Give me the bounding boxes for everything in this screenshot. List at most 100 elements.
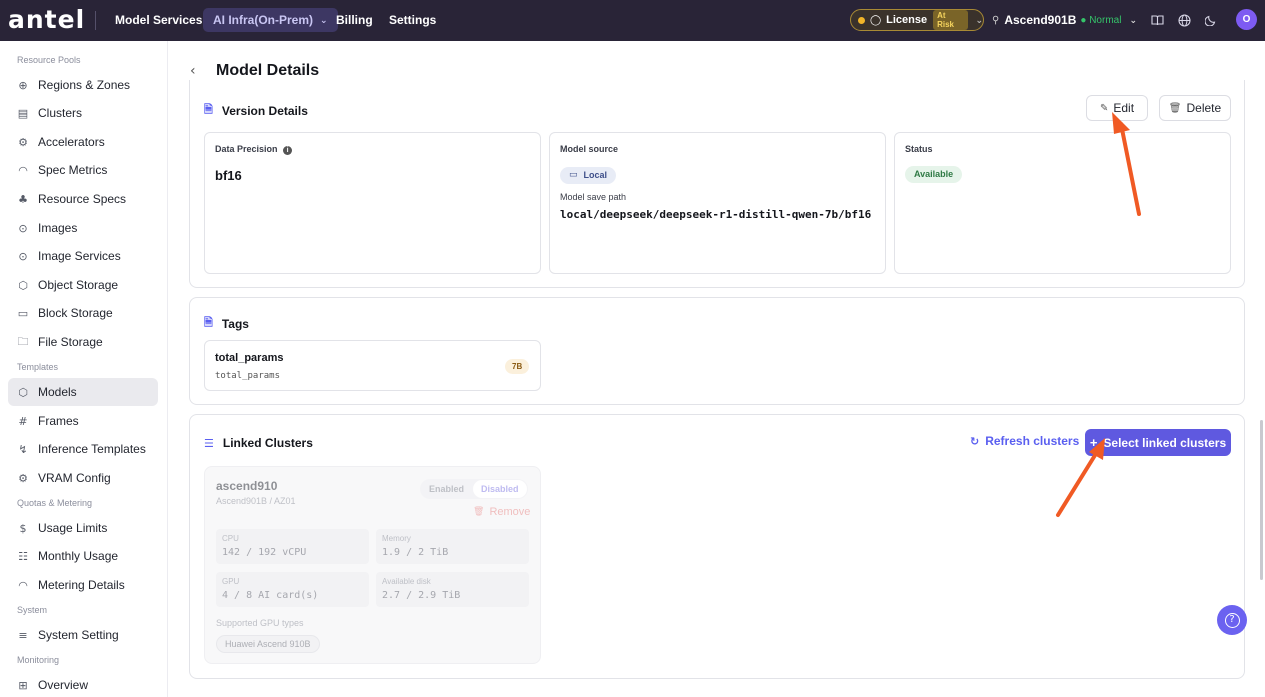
sidebar-item-clusters[interactable]: ▤ Clusters [8,99,158,127]
cluster-card-location: Ascend901B / AZ01 [216,496,296,506]
memory-value: 1.9 / 2 TiB [382,547,449,558]
bolt-icon: ↯ [18,442,28,456]
document-icon: 🗎 [204,103,213,116]
chevron-down-icon: ⌄ [1129,14,1137,25]
disc-icon: ⊙ [18,221,28,235]
tag-item: total_params total_params 7B [204,340,541,391]
sidebar-item-system-setting[interactable]: ≡ System Setting [8,621,158,649]
location-pin-icon: ⚲ [992,14,1000,26]
edit-button[interactable]: ✎ Edit [1086,95,1148,121]
remove-cluster-button[interactable]: 🗑 Remove [473,506,530,518]
sidebar-item-regions-zones[interactable]: ⊕ Regions & Zones [8,71,158,99]
nav-settings[interactable]: Settings [379,8,446,32]
sidebar-item-label: Clusters [38,106,83,120]
sidebar-group-resource-pools: Resource Pools [17,55,81,65]
page-scrollbar[interactable] [1260,420,1263,580]
dollar-icon: $ [19,521,27,535]
sidebar-item-accelerators[interactable]: ⚙ Accelerators [8,128,158,156]
sidebar-item-metering-details[interactable]: ◠ Metering Details [8,571,158,599]
sidebar-item-label: File Storage [38,335,103,349]
sidebar-item-spec-metrics[interactable]: ◠ Spec Metrics [8,156,158,184]
help-button[interactable]: ? [1217,605,1247,635]
sidebar-item-file-storage[interactable]: 🗀 File Storage [8,328,158,356]
sidebar: Resource Pools ⊕ Regions & Zones ▤ Cluster… [0,41,168,697]
data-precision-value: bf16 [215,168,242,183]
globe-icon[interactable] [1174,10,1194,30]
page-title: Model Details [216,62,320,79]
tags-title: Tags [221,316,249,331]
folder-icon: 🗀 [17,334,29,348]
memory-stat: Memory 1.9 / 2 TiB [376,529,529,564]
layers-icon: ≡ [18,628,28,642]
info-icon[interactable]: i [283,146,293,155]
refresh-icon: ↻ [970,434,980,448]
cluster-enable-toggle[interactable]: Enabled Disabled [420,479,528,499]
delete-button[interactable]: 🗑 Delete [1159,95,1231,121]
linked-clusters-card: ☰ Linked Clusters ↻ Refresh clusters + S… [189,414,1245,679]
sidebar-item-monthly-usage[interactable]: ☷ Monthly Usage [8,542,158,570]
sidebar-item-label: VRAM Config [38,471,111,485]
moon-icon[interactable] [1201,10,1221,30]
sidebar-item-block-storage[interactable]: ▭ Block Storage [8,299,158,327]
sidebar-item-label: Monthly Usage [38,549,119,563]
tags-card: 🗎 Tags total_params total_params 7B [189,297,1245,405]
linked-cluster-card[interactable]: ascend910 Ascend901B / AZ01 Enabled Disa… [204,466,541,664]
nav-billing[interactable]: Billing [326,8,383,32]
license-status-badge: At Risk [933,10,969,30]
top-bar: antel Model Services AI Infra(On-Prem) ⌄… [0,0,1265,41]
globe-icon: ⊕ [18,78,28,92]
status-pill-wrap: Available [905,164,963,183]
license-badge[interactable]: ◯ License At Risk ⌄ [850,9,984,31]
sidebar-item-models[interactable]: ⬡ Models [8,378,158,406]
sidebar-group-quotas: Quotas & Metering [17,498,93,508]
sidebar-group-monitoring: Monitoring [17,655,60,665]
cluster-selector[interactable]: ⚲ Ascend901B ● Normal ⌄ [992,10,1137,30]
model-source-pill: ▭ Local [560,166,617,184]
sidebar-item-label: Metering Details [38,578,125,592]
back-chevron-icon[interactable]: ‹ [190,63,204,79]
tags-header: 🗎 Tags [204,314,249,333]
sidebar-item-frames[interactable]: # Frames [8,407,158,435]
status-badge: Available [905,165,963,183]
sidebar-item-label: Frames [38,414,79,428]
book-icon[interactable] [1147,10,1167,30]
linked-clusters-header: ☰ Linked Clusters [204,436,313,450]
model-source-value: Local [583,170,608,180]
sidebar-item-inference-templates[interactable]: ↯ Inference Templates [8,435,158,463]
cpu-stat: CPU 142 / 192 vCPU [216,529,369,564]
cluster-name: Ascend901B [1004,13,1077,27]
sidebar-item-object-storage[interactable]: ⬡ Object Storage [8,271,158,299]
sliders-icon: ☰ [204,436,214,450]
cube-icon: ⬡ [18,278,28,292]
status-box: Status Available [894,132,1231,274]
sidebar-item-label: System Setting [38,628,119,642]
sidebar-item-overview[interactable]: ⊞ Overview [8,671,158,697]
sidebar-item-label: Models [38,385,77,399]
calendar-icon: ☷ [18,549,28,563]
sidebar-item-images[interactable]: ⊙ Images [8,214,158,242]
sidebar-item-vram-config[interactable]: ⚙ VRAM Config [8,464,158,492]
select-linked-clusters-button[interactable]: + Select linked clusters [1085,429,1231,456]
plus-icon: + [1089,435,1098,450]
user-avatar[interactable]: O [1236,9,1257,30]
logo-divider [95,11,96,30]
frame-icon: # [18,414,28,428]
cpu-value: 142 / 192 vCPU [222,547,307,558]
brand-logo[interactable]: antel [8,5,85,34]
drive-icon: ▭ [569,170,578,180]
toggle-enabled-option[interactable]: Enabled [420,484,473,494]
toggle-disabled-option[interactable]: Disabled [473,480,527,498]
sidebar-item-usage-limits[interactable]: $ Usage Limits [8,514,158,542]
sidebar-item-label: Image Services [38,249,121,263]
model-source-pill-wrap: ▭ Local [560,164,617,184]
model-source-box: Model source ▭ Local Model save path loc… [549,132,886,274]
cpu-label: CPU [222,534,239,543]
sidebar-item-resource-specs[interactable]: ♣ Resource Specs [8,185,158,213]
nav-model-services[interactable]: Model Services [105,8,212,32]
sidebar-item-label: Images [38,221,78,235]
sidebar-item-image-services[interactable]: ⊙ Image Services [8,242,158,270]
refresh-clusters-button[interactable]: ↻ Refresh clusters [970,434,1079,448]
save-path-value: local/deepseek/deepseek-r1-distill-qwen-… [560,208,872,221]
nav-ai-infra[interactable]: AI Infra(On-Prem) ⌄ [203,8,338,32]
refresh-clusters-label: Refresh clusters [985,434,1080,448]
